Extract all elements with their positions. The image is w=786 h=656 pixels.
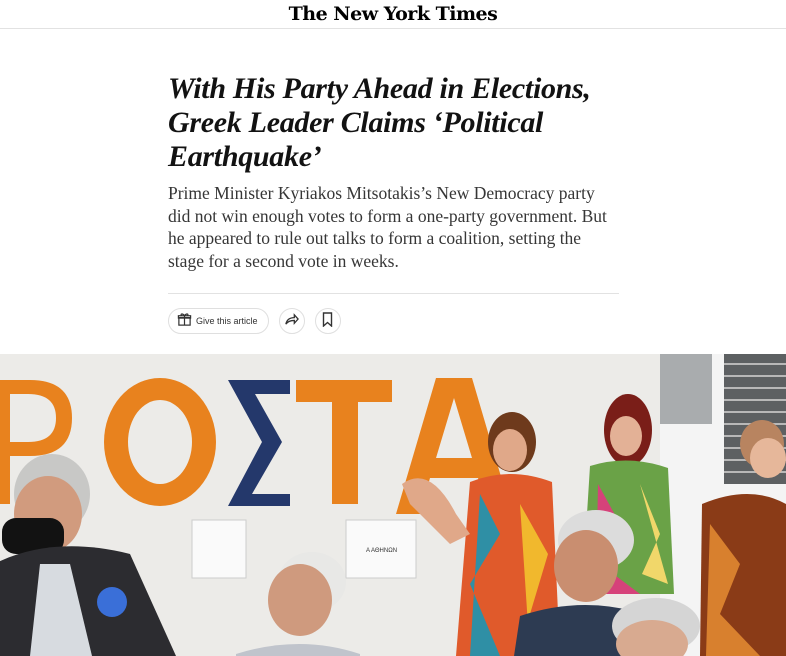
save-button[interactable] [314, 308, 341, 334]
divider [168, 293, 619, 294]
article-header: With His Party Ahead in Elections, Greek… [168, 72, 620, 272]
article-summary: Prime Minister Kyriakos Mitsotakis’s New… [168, 183, 607, 271]
headline: With His Party Ahead in Elections, Greek… [168, 72, 591, 173]
nyt-logo[interactable]: The New York Times [289, 3, 498, 25]
bookmark-icon [321, 312, 334, 330]
give-article-button[interactable]: Give this article [168, 308, 269, 334]
share-button[interactable] [278, 308, 305, 334]
article-actions: Give this article [168, 308, 341, 334]
masthead: The New York Times [0, 0, 786, 29]
lead-photo[interactable]: Α ΑΘΗΝΩΝ [0, 354, 786, 656]
svg-text:Α ΑΘΗΝΩΝ: Α ΑΘΗΝΩΝ [366, 548, 397, 554]
share-icon [284, 312, 299, 330]
give-article-label: Give this article [196, 316, 258, 326]
gift-icon [177, 312, 192, 330]
